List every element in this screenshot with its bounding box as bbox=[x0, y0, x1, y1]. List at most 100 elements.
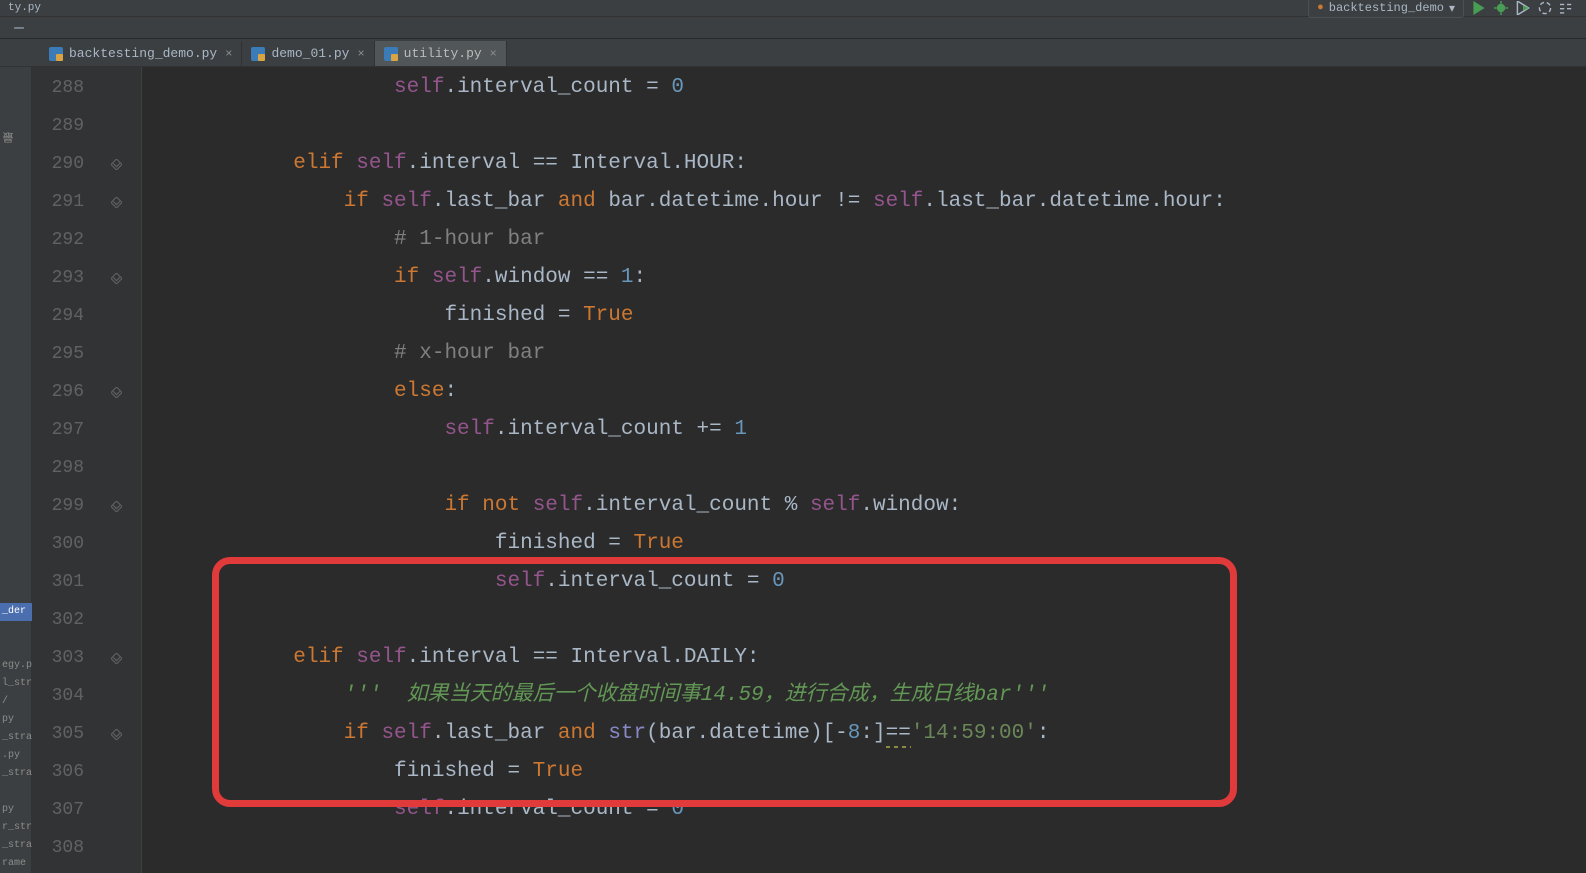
line-number: 289 bbox=[32, 116, 84, 136]
sidebar-file-item[interactable]: r_stra bbox=[0, 819, 32, 837]
sidebar-file-item[interactable]: l_stra bbox=[0, 675, 32, 693]
gutter-row[interactable]: 296 bbox=[32, 373, 141, 411]
line-number: 300 bbox=[32, 534, 84, 554]
line-number: 308 bbox=[32, 838, 84, 858]
gutter-row[interactable]: 289 bbox=[32, 107, 141, 145]
sidebar-file-item[interactable] bbox=[0, 621, 32, 639]
sidebar-file-item[interactable]: _stra bbox=[0, 837, 32, 855]
fold-icon[interactable] bbox=[105, 387, 127, 398]
line-number: 291 bbox=[32, 192, 84, 212]
sidebar-file-item[interactable]: _der bbox=[0, 603, 32, 621]
run-config-selector[interactable]: ● backtesting_demo ▾ bbox=[1308, 0, 1464, 18]
code-editor[interactable]: self.interval_count = 0 elif self.interv… bbox=[142, 67, 1586, 873]
tab-label: backtesting_demo.py bbox=[69, 46, 217, 61]
toolbar-right: ● backtesting_demo ▾ bbox=[1308, 0, 1586, 18]
gutter-row[interactable]: 307 bbox=[32, 791, 141, 829]
sidebar-file-item[interactable]: _stra bbox=[0, 765, 32, 783]
python-icon: ● bbox=[1317, 2, 1324, 14]
coverage-icon[interactable] bbox=[1516, 1, 1530, 15]
gutter-row[interactable]: 305 bbox=[32, 715, 141, 753]
code-line[interactable]: else: bbox=[142, 373, 1586, 411]
tab-label: utility.py bbox=[404, 46, 482, 61]
fold-icon[interactable] bbox=[105, 729, 127, 740]
gutter-row[interactable]: 304 bbox=[32, 677, 141, 715]
code-line[interactable]: # x-hour bar bbox=[142, 335, 1586, 373]
sidebar-file-item[interactable] bbox=[0, 783, 32, 801]
gutter-row[interactable]: 290 bbox=[32, 145, 141, 183]
sidebar-file-item[interactable]: / bbox=[0, 693, 32, 711]
fold-icon[interactable] bbox=[105, 159, 127, 170]
close-icon[interactable]: × bbox=[357, 47, 364, 61]
python-icon bbox=[49, 47, 63, 61]
sidebar-file-item[interactable]: rame bbox=[0, 855, 32, 873]
gutter-row[interactable]: 297 bbox=[32, 411, 141, 449]
gutter-row[interactable]: 292 bbox=[32, 221, 141, 259]
tab-backtesting_demo-py[interactable]: backtesting_demo.py × bbox=[40, 41, 242, 66]
code-line[interactable]: self.interval_count = 0 bbox=[142, 69, 1586, 107]
sidebar-file-item[interactable]: .py bbox=[0, 747, 32, 765]
gutter-row[interactable]: 294 bbox=[32, 297, 141, 335]
sidebar-file-item[interactable]: egy.p bbox=[0, 657, 32, 675]
fold-icon[interactable] bbox=[105, 501, 127, 512]
code-line[interactable] bbox=[142, 829, 1586, 867]
sidebar-files[interactable]: _der egy.pl_stra/py_stra.py_strapyr_stra… bbox=[0, 603, 32, 873]
line-number: 304 bbox=[32, 686, 84, 706]
sidebar-label[interactable]: 最 bbox=[2, 132, 18, 143]
line-number: 306 bbox=[32, 762, 84, 782]
debug-icon[interactable] bbox=[1494, 1, 1508, 15]
line-number: 294 bbox=[32, 306, 84, 326]
code-line[interactable] bbox=[142, 107, 1586, 145]
dropdown-icon: ▾ bbox=[1449, 1, 1455, 16]
sidebar-file-item[interactable]: py bbox=[0, 711, 32, 729]
line-number: 298 bbox=[32, 458, 84, 478]
line-number: 303 bbox=[32, 648, 84, 668]
code-line[interactable]: ''' 如果当天的最后一个收盘时间事14.59，进行合成，生成日线bar''' bbox=[142, 677, 1586, 715]
code-line[interactable] bbox=[142, 449, 1586, 487]
code-line[interactable] bbox=[142, 601, 1586, 639]
fold-icon[interactable] bbox=[105, 197, 127, 208]
sidebar-file-item[interactable] bbox=[0, 639, 32, 657]
code-line[interactable]: elif self.interval == Interval.HOUR: bbox=[142, 145, 1586, 183]
gutter-row[interactable]: 293 bbox=[32, 259, 141, 297]
gutter-row[interactable]: 295 bbox=[32, 335, 141, 373]
gutter-row[interactable]: 299 bbox=[32, 487, 141, 525]
gutter-row[interactable]: 303 bbox=[32, 639, 141, 677]
run-icon[interactable] bbox=[1472, 1, 1486, 15]
code-line[interactable]: # 1-hour bar bbox=[142, 221, 1586, 259]
code-line[interactable]: if not self.interval_count % self.window… bbox=[142, 487, 1586, 525]
more-icon[interactable] bbox=[1560, 1, 1574, 15]
code-line[interactable]: finished = True bbox=[142, 525, 1586, 563]
code-line[interactable]: finished = True bbox=[142, 297, 1586, 335]
profile-icon[interactable] bbox=[1538, 1, 1552, 15]
code-line[interactable]: self.interval_count = 0 bbox=[142, 563, 1586, 601]
tab-utility-py[interactable]: utility.py × bbox=[375, 41, 507, 66]
minimize-panel-icon[interactable]: — bbox=[5, 19, 33, 37]
sidebar-file-item[interactable]: _stra bbox=[0, 729, 32, 747]
fold-icon[interactable] bbox=[105, 273, 127, 284]
editor-tabs: backtesting_demo.py×demo_01.py×utility.p… bbox=[0, 39, 1586, 67]
gutter-row[interactable]: 288 bbox=[32, 69, 141, 107]
fold-icon[interactable] bbox=[105, 653, 127, 664]
code-line[interactable]: if self.last_bar and str(bar.datetime)[-… bbox=[142, 715, 1586, 753]
code-line[interactable]: self.interval_count += 1 bbox=[142, 411, 1586, 449]
code-line[interactable]: elif self.interval == Interval.DAILY: bbox=[142, 639, 1586, 677]
tab-demo_01-py[interactable]: demo_01.py× bbox=[242, 41, 374, 66]
run-config-name: backtesting_demo bbox=[1329, 1, 1444, 15]
sidebar-file-item[interactable]: py bbox=[0, 801, 32, 819]
close-icon[interactable]: × bbox=[490, 47, 497, 61]
code-line[interactable]: if self.last_bar and bar.datetime.hour !… bbox=[142, 183, 1586, 221]
code-line[interactable]: self.interval_count = 0 bbox=[142, 791, 1586, 829]
gutter-row[interactable]: 298 bbox=[32, 449, 141, 487]
close-icon[interactable]: × bbox=[225, 47, 232, 61]
gutter-row[interactable]: 302 bbox=[32, 601, 141, 639]
gutter-row[interactable]: 306 bbox=[32, 753, 141, 791]
line-number: 302 bbox=[32, 610, 84, 630]
gutter-row[interactable]: 291 bbox=[32, 183, 141, 221]
code-line[interactable]: if self.window == 1: bbox=[142, 259, 1586, 297]
line-number: 296 bbox=[32, 382, 84, 402]
gutter-row[interactable]: 308 bbox=[32, 829, 141, 867]
gutter-row[interactable]: 301 bbox=[32, 563, 141, 601]
gutter-row[interactable]: 300 bbox=[32, 525, 141, 563]
code-line[interactable]: finished = True bbox=[142, 753, 1586, 791]
menu-bar: ty.py ● backtesting_demo ▾ bbox=[0, 0, 1586, 17]
